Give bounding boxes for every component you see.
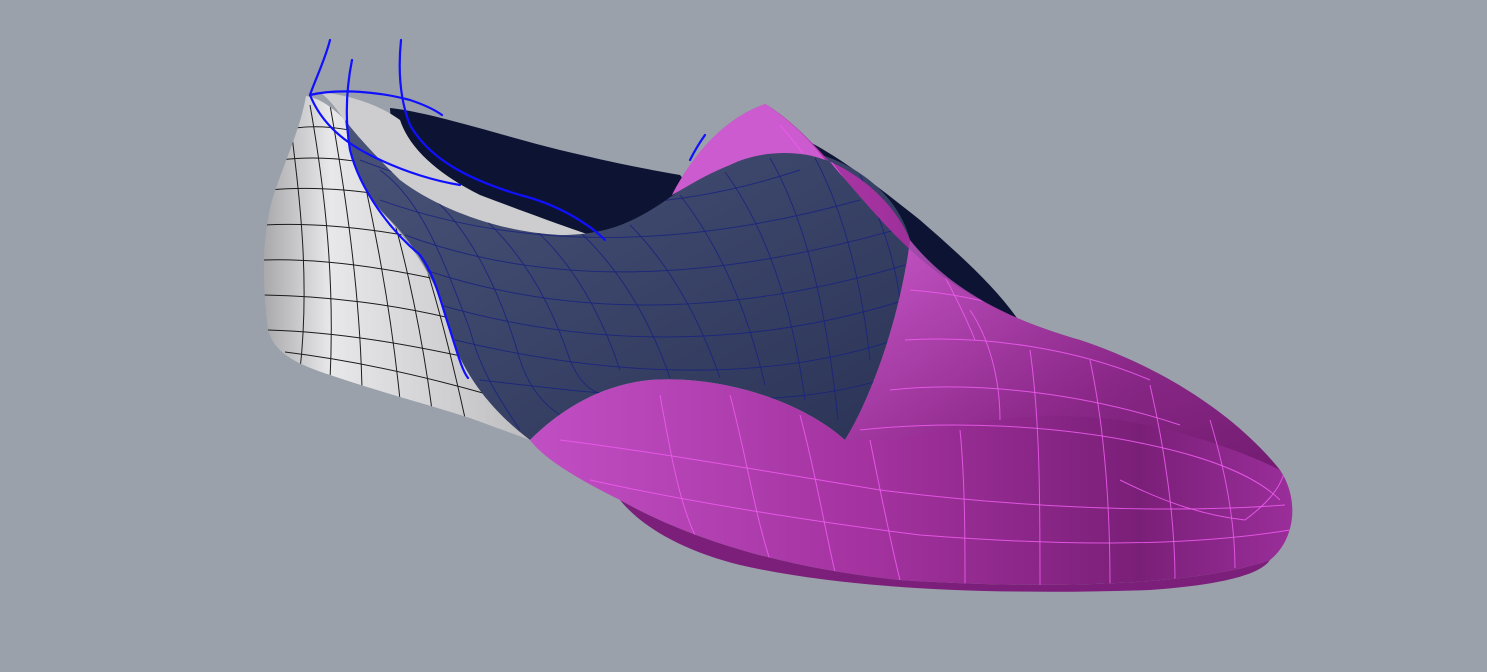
viewport-canvas[interactable] [0, 0, 1487, 672]
3d-viewport[interactable] [0, 0, 1487, 672]
